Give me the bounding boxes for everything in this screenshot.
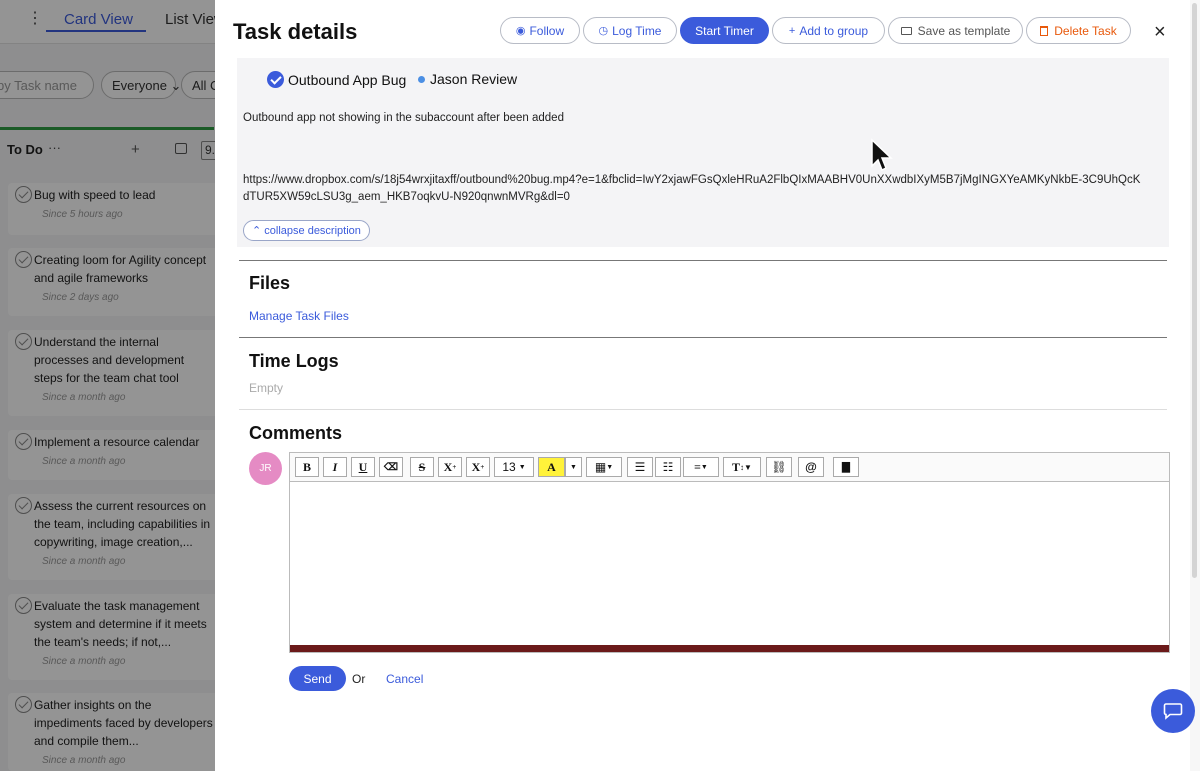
caret-down-icon: ▼ bbox=[700, 463, 708, 471]
trash-icon bbox=[1040, 25, 1049, 36]
start-timer-button[interactable]: Start Timer bbox=[680, 17, 769, 44]
underline-button[interactable]: U bbox=[351, 457, 375, 477]
task-description: Outbound app not showing in the subaccou… bbox=[243, 112, 564, 124]
superscript-button[interactable]: X + bbox=[438, 457, 462, 477]
chat-bubble-icon bbox=[1163, 703, 1183, 720]
caret-down-icon[interactable]: ▼ bbox=[565, 457, 582, 477]
description-panel: Outbound App Bug Jason Review Outbound a… bbox=[237, 58, 1169, 247]
save-template-label: Save as template bbox=[917, 23, 1011, 38]
strikethrough-button[interactable]: S bbox=[410, 457, 434, 477]
editor-statusbar bbox=[290, 645, 1169, 652]
or-label: Or bbox=[352, 672, 366, 686]
bullet-list-icon[interactable]: ☰ bbox=[627, 457, 653, 477]
scrollbar-thumb[interactable] bbox=[1192, 3, 1197, 578]
avatar: JR bbox=[249, 452, 282, 485]
follow-label: Follow bbox=[529, 23, 565, 38]
font-color-button[interactable]: A bbox=[538, 457, 565, 477]
link-icon[interactable]: ⛓ bbox=[766, 457, 792, 477]
collapse-description-button[interactable]: ⌃ collapse description bbox=[243, 220, 370, 241]
file-icon[interactable]: ▇ bbox=[833, 457, 859, 477]
eye-icon: ◉ bbox=[515, 25, 526, 37]
follow-button[interactable]: ◉ Follow bbox=[500, 17, 580, 44]
text-style-dropdown[interactable]: T ↕▼ bbox=[723, 457, 761, 477]
italic-button[interactable]: I bbox=[323, 457, 347, 477]
comments-heading: Comments bbox=[249, 423, 343, 443]
task-details-drawer: Task details ◉ Follow ◷ Log Time Start T… bbox=[215, 0, 1200, 771]
numbered-list-icon[interactable]: ☷ bbox=[655, 457, 681, 477]
font-size-value: 13 bbox=[502, 460, 516, 474]
cancel-button[interactable]: Cancel bbox=[386, 672, 423, 686]
superscript-mark: + bbox=[452, 463, 457, 471]
add-to-group-button[interactable]: + Add to group bbox=[772, 17, 885, 44]
caret-down-icon: ▼ bbox=[518, 463, 526, 471]
time-logs-empty: Empty bbox=[249, 381, 284, 395]
mouse-cursor-icon bbox=[871, 138, 893, 172]
clock-icon: ◷ bbox=[598, 25, 609, 37]
subscript-glyph: X bbox=[471, 459, 481, 474]
caret-down-icon: ↕▼ bbox=[740, 462, 752, 472]
delete-task-label: Delete Task bbox=[1054, 23, 1117, 38]
close-icon[interactable]: × bbox=[1154, 21, 1166, 44]
description-link[interactable]: https://www.dropbox.com/s/18j54wrxjitaxf… bbox=[243, 172, 1143, 206]
caret-down-icon: ▼ bbox=[606, 463, 614, 471]
task-type-label: Outbound App Bug bbox=[288, 71, 407, 88]
chevron-up-icon: ⌃ bbox=[252, 225, 262, 237]
plus-icon: + bbox=[788, 24, 796, 37]
divider bbox=[239, 409, 1167, 410]
divider bbox=[239, 337, 1167, 338]
table-glyph: ▦ bbox=[594, 459, 607, 474]
align-icon: ≡ bbox=[694, 459, 701, 474]
send-button[interactable]: Send bbox=[289, 666, 346, 691]
status-tag[interactable]: Jason Review bbox=[418, 71, 517, 87]
time-logs-heading: Time Logs bbox=[249, 351, 339, 371]
comment-editor: B I U ⌫ S X + X + 13 ▼ A ▼ ▦ ▼ ☰ ☷ ≡ ▼ T ↕▼ ⛓ … bbox=[289, 452, 1170, 653]
chat-button[interactable] bbox=[1151, 689, 1195, 733]
superscript-glyph: X bbox=[443, 459, 453, 474]
manage-task-files-link[interactable]: Manage Task Files bbox=[249, 309, 349, 323]
check-circle-icon bbox=[267, 71, 284, 88]
subscript-mark: + bbox=[480, 463, 485, 471]
editor-toolbar: B I U ⌫ S X + X + 13 ▼ A ▼ ▦ ▼ ☰ ☷ ≡ ▼ T ↕▼ ⛓ … bbox=[290, 453, 1169, 482]
status-label: Jason Review bbox=[430, 71, 518, 87]
collapse-label: collapse description bbox=[264, 225, 361, 237]
comment-input[interactable] bbox=[290, 483, 1169, 646]
bold-button[interactable]: B bbox=[295, 457, 319, 477]
files-heading: Files bbox=[249, 273, 291, 293]
divider bbox=[239, 260, 1167, 261]
log-time-label: Log Time bbox=[612, 23, 662, 38]
add-to-group-label: Add to group bbox=[799, 23, 869, 38]
log-time-button[interactable]: ◷ Log Time bbox=[583, 17, 677, 44]
mention-icon[interactable]: @ bbox=[798, 457, 824, 477]
template-icon bbox=[900, 26, 912, 35]
eraser-icon[interactable]: ⌫ bbox=[379, 457, 403, 477]
align-dropdown[interactable]: ≡ ▼ bbox=[683, 457, 719, 477]
scrollbar[interactable] bbox=[1190, 0, 1200, 771]
subscript-button[interactable]: X + bbox=[466, 457, 490, 477]
delete-task-button[interactable]: Delete Task bbox=[1026, 17, 1131, 44]
drawer-title: Task details bbox=[233, 19, 358, 44]
save-as-template-button[interactable]: Save as template bbox=[888, 17, 1023, 44]
status-dot-icon bbox=[418, 75, 425, 83]
font-size-dropdown[interactable]: 13 ▼ bbox=[494, 457, 534, 477]
table-icon[interactable]: ▦ ▼ bbox=[586, 457, 622, 477]
task-type-tag[interactable]: Outbound App Bug bbox=[267, 71, 406, 88]
text-style-icon: T bbox=[732, 459, 741, 474]
